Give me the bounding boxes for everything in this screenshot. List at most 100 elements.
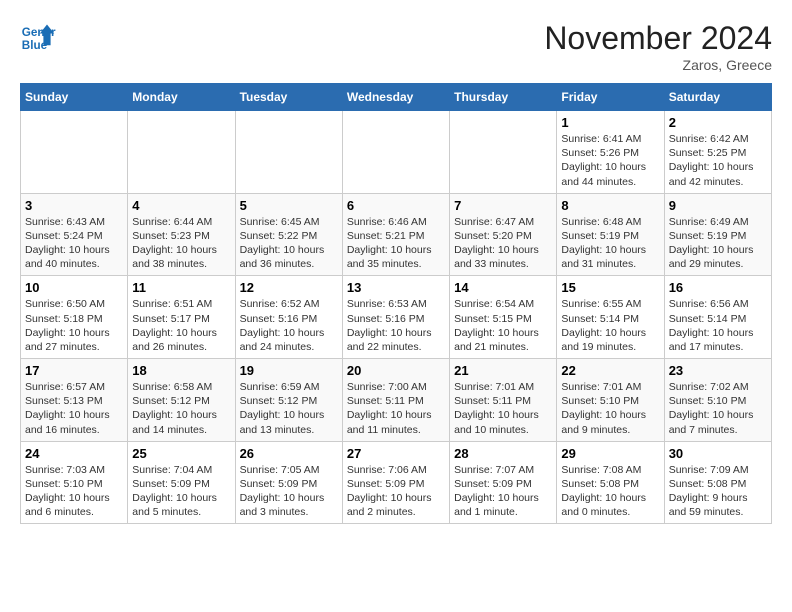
- day-info: Sunrise: 6:46 AM Sunset: 5:21 PM Dayligh…: [347, 215, 445, 272]
- day-cell: 26 Sunrise: 7:05 AM Sunset: 5:09 PM Dayli…: [235, 441, 342, 524]
- day-info: Sunrise: 7:05 AM Sunset: 5:09 PM Dayligh…: [240, 463, 338, 520]
- day-cell: 18Sunrise: 6:58 AM Sunset: 5:12 PM Dayli…: [128, 359, 235, 442]
- day-info: Sunrise: 6:51 AM Sunset: 5:17 PM Dayligh…: [132, 297, 230, 354]
- day-info: Sunrise: 6:59 AM Sunset: 5:12 PM Dayligh…: [240, 380, 338, 437]
- day-cell: 11 Sunrise: 6:51 AM Sunset: 5:17 PM Dayli…: [128, 276, 235, 359]
- day-info: Sunrise: 7:00 AM Sunset: 5:11 PM Dayligh…: [347, 380, 445, 437]
- day-info: Sunrise: 7:03 AM Sunset: 5:10 PM Dayligh…: [25, 463, 123, 520]
- day-info: Sunrise: 6:49 AM Sunset: 5:19 PM Dayligh…: [669, 215, 767, 272]
- day-info: Sunrise: 6:56 AM Sunset: 5:14 PM Dayligh…: [669, 297, 767, 354]
- day-info: Sunrise: 7:04 AM Sunset: 5:09 PM Dayligh…: [132, 463, 230, 520]
- weekday-header-monday: Monday: [128, 84, 235, 111]
- day-number: 30: [669, 446, 767, 461]
- day-cell: 14 Sunrise: 6:54 AM Sunset: 5:15 PM Dayli…: [450, 276, 557, 359]
- day-info: Sunrise: 7:01 AM Sunset: 5:11 PM Dayligh…: [454, 380, 552, 437]
- day-number: 11: [132, 280, 230, 295]
- day-number: 17: [25, 363, 123, 378]
- week-row-3: 17 Sunrise: 6:57 AM Sunset: 5:13 PM Dayli…: [21, 359, 772, 442]
- day-info: Sunrise: 6:41 AM Sunset: 5:26 PM Dayligh…: [561, 132, 659, 189]
- day-number: 6: [347, 198, 445, 213]
- day-number: 27: [347, 446, 445, 461]
- location: Zaros, Greece: [544, 57, 772, 73]
- day-info: Sunrise: 6:48 AM Sunset: 5:19 PM Dayligh…: [561, 215, 659, 272]
- day-number: 21: [454, 363, 552, 378]
- day-cell: [128, 111, 235, 194]
- day-cell: 9 Sunrise: 6:49 AM Sunset: 5:19 PM Daylig…: [664, 193, 771, 276]
- day-cell: [235, 111, 342, 194]
- day-info: Sunrise: 6:50 AM Sunset: 5:18 PM Dayligh…: [25, 297, 123, 354]
- day-cell: 19 Sunrise: 6:59 AM Sunset: 5:12 PM Dayli…: [235, 359, 342, 442]
- day-number: 3: [25, 198, 123, 213]
- weekday-header-wednesday: Wednesday: [342, 84, 449, 111]
- day-number: 13: [347, 280, 445, 295]
- day-cell: 21 Sunrise: 7:01 AM Sunset: 5:11 PM Dayli…: [450, 359, 557, 442]
- day-number: 25: [132, 446, 230, 461]
- day-number: 26: [240, 446, 338, 461]
- day-cell: 10 Sunrise: 6:50 AM Sunset: 5:18 PM Dayli…: [21, 276, 128, 359]
- week-row-1: 3 Sunrise: 6:43 AM Sunset: 5:24 PM Daylig…: [21, 193, 772, 276]
- week-row-4: 24 Sunrise: 7:03 AM Sunset: 5:10 PM Dayli…: [21, 441, 772, 524]
- day-cell: 5 Sunrise: 6:45 AM Sunset: 5:22 PM Daylig…: [235, 193, 342, 276]
- day-number: 19: [240, 363, 338, 378]
- day-cell: 30 Sunrise: 7:09 AM Sunset: 5:08 PM Dayli…: [664, 441, 771, 524]
- week-row-0: 1 Sunrise: 6:41 AM Sunset: 5:26 PM Daylig…: [21, 111, 772, 194]
- day-cell: 24 Sunrise: 7:03 AM Sunset: 5:10 PM Dayli…: [21, 441, 128, 524]
- day-number: 10: [25, 280, 123, 295]
- day-number: 4: [132, 198, 230, 213]
- week-row-2: 10 Sunrise: 6:50 AM Sunset: 5:18 PM Dayli…: [21, 276, 772, 359]
- day-number: 2: [669, 115, 767, 130]
- day-number: 8: [561, 198, 659, 213]
- weekday-header-tuesday: Tuesday: [235, 84, 342, 111]
- day-info: Sunrise: 6:57 AM Sunset: 5:13 PM Dayligh…: [25, 380, 123, 437]
- day-number: 9: [669, 198, 767, 213]
- title-area: November 2024 Zaros, Greece: [544, 20, 772, 73]
- day-cell: 12Sunrise: 6:52 AM Sunset: 5:16 PM Dayli…: [235, 276, 342, 359]
- logo-icon: General Blue: [20, 20, 56, 56]
- day-info: Sunrise: 7:06 AM Sunset: 5:09 PM Dayligh…: [347, 463, 445, 520]
- day-cell: 17 Sunrise: 6:57 AM Sunset: 5:13 PM Dayli…: [21, 359, 128, 442]
- day-cell: 25 Sunrise: 7:04 AM Sunset: 5:09 PM Dayli…: [128, 441, 235, 524]
- day-number: 23: [669, 363, 767, 378]
- day-cell: 4 Sunrise: 6:44 AM Sunset: 5:23 PM Daylig…: [128, 193, 235, 276]
- day-info: Sunrise: 6:47 AM Sunset: 5:20 PM Dayligh…: [454, 215, 552, 272]
- day-info: Sunrise: 6:55 AM Sunset: 5:14 PM Dayligh…: [561, 297, 659, 354]
- day-info: Sunrise: 7:09 AM Sunset: 5:08 PM Dayligh…: [669, 463, 767, 520]
- day-info: Sunrise: 7:08 AM Sunset: 5:08 PM Dayligh…: [561, 463, 659, 520]
- day-number: 1: [561, 115, 659, 130]
- calendar-table: SundayMondayTuesdayWednesdayThursdayFrid…: [20, 83, 772, 524]
- weekday-header-saturday: Saturday: [664, 84, 771, 111]
- day-cell: 13Sunrise: 6:53 AM Sunset: 5:16 PM Dayli…: [342, 276, 449, 359]
- day-number: 16: [669, 280, 767, 295]
- day-number: 5: [240, 198, 338, 213]
- day-info: Sunrise: 7:01 AM Sunset: 5:10 PM Dayligh…: [561, 380, 659, 437]
- day-number: 28: [454, 446, 552, 461]
- day-cell: [450, 111, 557, 194]
- day-number: 15: [561, 280, 659, 295]
- day-cell: 16 Sunrise: 6:56 AM Sunset: 5:14 PM Dayli…: [664, 276, 771, 359]
- day-info: Sunrise: 6:44 AM Sunset: 5:23 PM Dayligh…: [132, 215, 230, 272]
- day-number: 20: [347, 363, 445, 378]
- day-cell: [342, 111, 449, 194]
- day-info: Sunrise: 6:43 AM Sunset: 5:24 PM Dayligh…: [25, 215, 123, 272]
- day-info: Sunrise: 6:54 AM Sunset: 5:15 PM Dayligh…: [454, 297, 552, 354]
- day-cell: 29 Sunrise: 7:08 AM Sunset: 5:08 PM Dayli…: [557, 441, 664, 524]
- day-cell: 22 Sunrise: 7:01 AM Sunset: 5:10 PM Dayli…: [557, 359, 664, 442]
- weekday-header-sunday: Sunday: [21, 84, 128, 111]
- day-cell: 6 Sunrise: 6:46 AM Sunset: 5:21 PM Daylig…: [342, 193, 449, 276]
- day-cell: [21, 111, 128, 194]
- weekday-header-row: SundayMondayTuesdayWednesdayThursdayFrid…: [21, 84, 772, 111]
- day-cell: 15 Sunrise: 6:55 AM Sunset: 5:14 PM Dayli…: [557, 276, 664, 359]
- day-number: 18: [132, 363, 230, 378]
- day-number: 14: [454, 280, 552, 295]
- day-info: Sunrise: 6:45 AM Sunset: 5:22 PM Dayligh…: [240, 215, 338, 272]
- day-number: 7: [454, 198, 552, 213]
- day-number: 24: [25, 446, 123, 461]
- day-number: 29: [561, 446, 659, 461]
- day-cell: 8 Sunrise: 6:48 AM Sunset: 5:19 PM Daylig…: [557, 193, 664, 276]
- weekday-header-friday: Friday: [557, 84, 664, 111]
- day-cell: 20 Sunrise: 7:00 AM Sunset: 5:11 PM Dayli…: [342, 359, 449, 442]
- day-number: 12: [240, 280, 338, 295]
- day-number: 22: [561, 363, 659, 378]
- day-info: Sunrise: 7:02 AM Sunset: 5:10 PM Dayligh…: [669, 380, 767, 437]
- day-info: Sunrise: 6:42 AM Sunset: 5:25 PM Dayligh…: [669, 132, 767, 189]
